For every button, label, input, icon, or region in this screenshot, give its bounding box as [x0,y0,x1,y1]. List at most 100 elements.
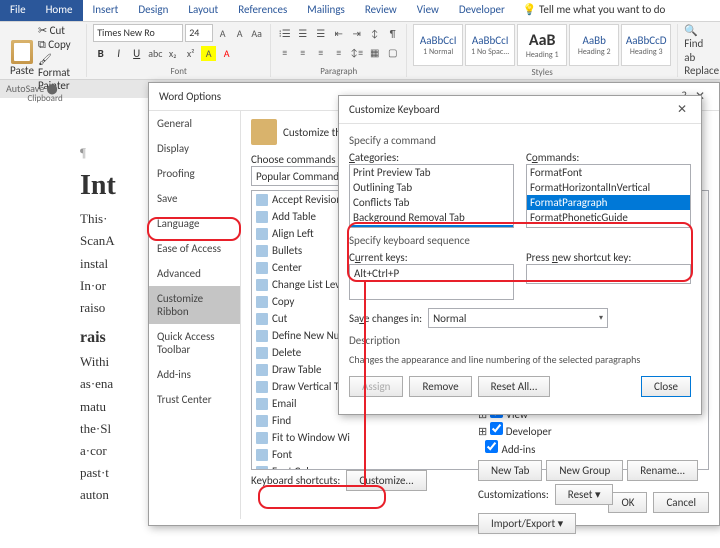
tab-home[interactable]: Home [36,0,83,21]
shrink-font-icon[interactable]: A [232,26,247,41]
specify-command-label: Specify a command [349,134,691,147]
superscript-icon[interactable]: x² [183,46,198,61]
nav-proofing[interactable]: Proofing [149,161,240,186]
find-button[interactable]: 🔍 Find [684,24,719,50]
replace-button[interactable]: ab Replace [684,51,719,77]
bullets-icon[interactable]: ⁝☰ [277,26,292,41]
ck-command-item[interactable]: FormattingPane [527,225,690,228]
pilcrow-icon[interactable]: ¶ [385,26,400,41]
ck-close-icon[interactable]: ✕ [673,102,691,117]
shading-icon[interactable]: ▦ [367,45,382,60]
nav-qat[interactable]: Quick Access Toolbar [149,324,240,362]
ck-command-item[interactable]: FormatFont [527,165,690,180]
underline-icon[interactable]: U [129,46,144,61]
copy-button[interactable]: ⧉ Copy [38,38,80,52]
check-developer[interactable] [490,422,503,435]
customize-keyboard-dialog: Customize Keyboard ✕ Specify a command C… [338,95,702,415]
reset-button[interactable]: Reset ▾ [555,484,614,505]
nav-language[interactable]: Language [149,211,240,236]
style-heading2[interactable]: AaBbHeading 2 [569,24,619,66]
ok-button[interactable]: OK [608,492,647,513]
numbering-icon[interactable]: ☰ [295,26,310,41]
tab-layout[interactable]: Layout [178,0,228,21]
indent-left-icon[interactable]: ⇤ [331,26,346,41]
paste-button[interactable]: Paste [10,40,34,77]
ck-close-button[interactable]: Close [641,376,691,397]
style-nospacing[interactable]: AaBbCcI1 No Spac... [465,24,515,66]
nav-display[interactable]: Display [149,136,240,161]
nav-save[interactable]: Save [149,186,240,211]
ck-commands-listbox[interactable]: FormatFontFormatHorizontalInVerticalForm… [526,164,691,228]
cancel-button[interactable]: Cancel [653,492,709,513]
borders-icon[interactable]: ▢ [385,45,400,60]
keyboard-shortcuts-label: Keyboard shortcuts: [251,474,340,487]
ck-command-item[interactable]: FormatParagraph [527,195,690,210]
category-item[interactable]: Print Preview Tab [350,165,513,180]
commands-label: Commands: [526,151,691,164]
highlight-icon[interactable]: A [201,46,216,61]
italic-icon[interactable]: I [111,46,126,61]
category-item[interactable]: Outlining Tab [350,180,513,195]
align-left-icon[interactable]: ≡ [277,45,292,60]
new-tab-button[interactable]: New Tab [478,460,542,481]
nav-addins[interactable]: Add-ins [149,362,240,387]
ck-command-item[interactable]: FormatHorizontalInVertical [527,180,690,195]
style-heading1[interactable]: AaBHeading 1 [517,24,567,66]
indent-right-icon[interactable]: ⇥ [349,26,364,41]
new-key-label: Press new shortcut key: [526,251,691,264]
multilevel-icon[interactable]: ☰ [313,26,328,41]
font-name-select[interactable]: Times New Ro [93,24,183,42]
tab-mailings[interactable]: Mailings [297,0,355,21]
category-item[interactable]: Home Tab [350,225,513,228]
new-key-input[interactable] [526,264,691,284]
bold-icon[interactable]: B [93,46,108,61]
tab-developer[interactable]: Developer [449,0,515,21]
new-group-button[interactable]: New Group [546,460,623,481]
styles-gallery[interactable]: AaBbCcI1 Normal AaBbCcI1 No Spac... AaBH… [413,24,671,66]
tell-me-search[interactable]: 💡 Tell me what you want to do [515,0,720,21]
tab-review[interactable]: Review [355,0,407,21]
font-size-select[interactable]: 24 [185,24,213,42]
change-case-icon[interactable]: Aa [249,26,264,41]
align-right-icon[interactable]: ≡ [313,45,328,60]
nav-trust[interactable]: Trust Center [149,387,240,412]
word-options-title: Word Options [159,90,221,103]
nav-advanced[interactable]: Advanced [149,261,240,286]
nav-customize-ribbon[interactable]: Customize Ribbon [149,286,240,324]
reset-all-button[interactable]: Reset All... [478,376,551,397]
rename-button[interactable]: Rename... [627,460,698,481]
categories-listbox[interactable]: Print Preview TabOutlining TabConflicts … [349,164,514,228]
description-label: Description [349,334,691,347]
nav-ease[interactable]: Ease of Access [149,236,240,261]
save-changes-label: Save changes in: [349,312,422,325]
remove-button[interactable]: Remove [409,376,471,397]
customize-button[interactable]: Customize... [346,470,426,491]
tab-design[interactable]: Design [128,0,178,21]
category-item[interactable]: Conflicts Tab [350,195,513,210]
sort-icon[interactable]: ↕ [367,26,382,41]
paste-label: Paste [10,64,34,77]
align-center-icon[interactable]: ≡ [295,45,310,60]
grow-font-icon[interactable]: A [215,26,230,41]
check-addins[interactable] [485,440,498,453]
subscript-icon[interactable]: x₂ [165,46,180,61]
ck-command-item[interactable]: FormatPhoneticGuide [527,210,690,225]
nav-general[interactable]: General [149,111,240,136]
tab-file[interactable]: File [0,0,36,21]
font-group-label: Font [170,65,186,77]
justify-icon[interactable]: ≡ [331,45,346,60]
tab-insert[interactable]: Insert [83,0,129,21]
line-spacing-icon[interactable]: ↕≡ [349,45,364,60]
style-normal[interactable]: AaBbCcI1 Normal [413,24,463,66]
import-export-button[interactable]: Import/Export ▾ [478,513,576,534]
cut-button[interactable]: ✂ Cut [38,24,80,37]
tab-view[interactable]: View [407,0,449,21]
category-item[interactable]: Background Removal Tab [350,210,513,225]
current-keys-label: Current keys: [349,251,514,264]
style-heading3[interactable]: AaBbCcDHeading 3 [621,24,671,66]
save-changes-combo[interactable]: Normal [428,308,608,328]
font-color-icon[interactable]: A [219,46,234,61]
strike-icon[interactable]: abc [147,46,162,61]
tab-references[interactable]: References [228,0,297,21]
current-keys-box[interactable]: Alt+Ctrl+P [349,264,514,300]
